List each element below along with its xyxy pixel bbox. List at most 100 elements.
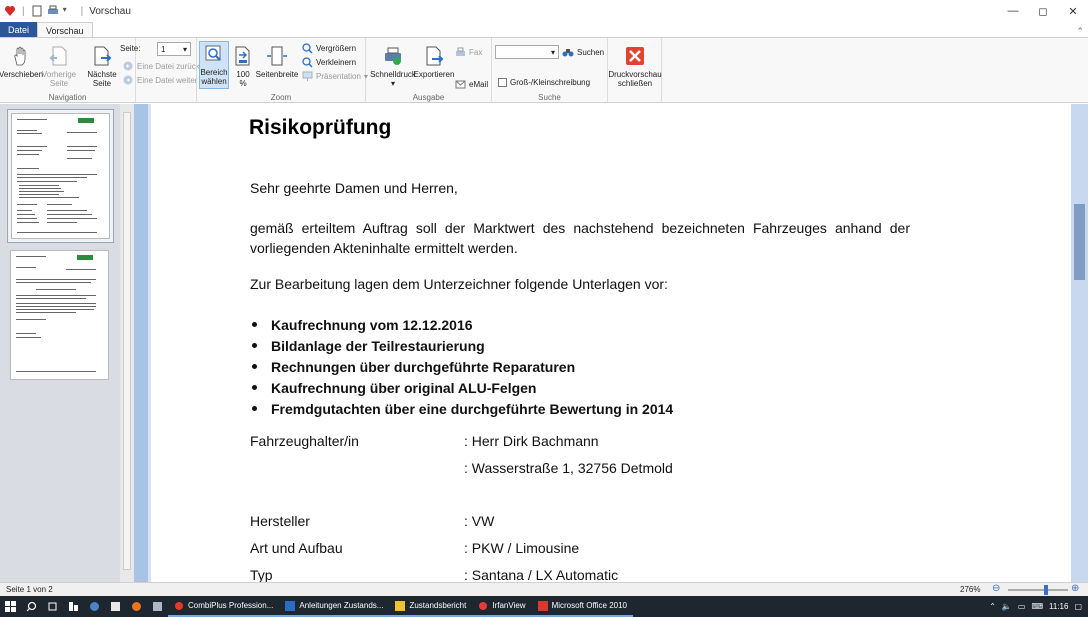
tab-datei[interactable]: Datei: [0, 22, 38, 38]
document-bullet-list: Kaufrechnung vom 12.12.2016 Bildanlage d…: [250, 314, 673, 419]
praesentation-label: Präsentation: [316, 71, 361, 81]
new-document-icon[interactable]: [31, 5, 43, 17]
eine-datei-weiter-button[interactable]: Eine Datei weiter: [122, 74, 197, 86]
zoom-in-button[interactable]: ⊕: [1071, 583, 1079, 594]
seitenbreite-button[interactable]: Seitenbreite: [255, 44, 299, 79]
naechste-label-1: Nächste: [87, 70, 117, 79]
thumbnail-page-2[interactable]: [7, 247, 114, 383]
pinned-app-icon[interactable]: [147, 596, 168, 617]
druckvorschau-schliessen-button[interactable]: Druckvorschau schließen: [608, 44, 662, 88]
gross-klein-label: Groß-/Kleinschreibung: [510, 78, 591, 87]
schnelldruck-button[interactable]: Schnelldruck ▾: [369, 44, 417, 88]
list-item: Fremdgutachten über eine durchgeführte B…: [250, 398, 673, 419]
thumbnail-page-2-image: [10, 250, 109, 380]
fax-label: Fax: [469, 47, 483, 57]
taskbar-app-label: IrfanView: [492, 601, 526, 610]
taskbar: CombiPlus Profession... Anleitungen Zust…: [0, 596, 1088, 617]
seite-value: 1: [161, 44, 166, 54]
print-icon[interactable]: [47, 5, 59, 17]
bullet-text: Kaufrechnung vom 12.12.2016: [271, 316, 473, 333]
clock[interactable]: 11:16: [1049, 602, 1068, 611]
thumbnail-scrollbar[interactable]: [120, 104, 134, 582]
seite-row: Seite:: [120, 44, 140, 53]
document-salutation: Sehr geehrte Damen und Herren,: [250, 180, 458, 196]
search-icon[interactable]: [21, 596, 42, 617]
group-zoom: Bereich wählen 100 % Seitenbreite Vergrö…: [196, 38, 368, 103]
pinned-app-icon[interactable]: [63, 596, 84, 617]
network-icon[interactable]: ▭: [1018, 602, 1026, 611]
thumbnail-scrollbar-thumb[interactable]: [123, 112, 131, 570]
praesentation-button[interactable]: Präsentation ▾: [301, 70, 368, 82]
vorherige-seite-button[interactable]: Vorherige Seite: [42, 44, 76, 88]
seitenbreite-label: Seitenbreite: [255, 70, 299, 79]
suchen-label: Suchen: [577, 47, 605, 57]
taskbar-app-irfanview[interactable]: IrfanView: [472, 596, 532, 617]
seite-combo[interactable]: 1 ▾: [157, 42, 191, 56]
windows-start-icon[interactable]: [0, 596, 21, 617]
notification-icon[interactable]: ▢: [1074, 602, 1082, 611]
group-navigation: Verschieben Vorherige Seite Nächste Seit…: [0, 38, 140, 103]
volume-icon[interactable]: 🔈: [1002, 602, 1012, 611]
fax-button[interactable]: Fax: [454, 46, 482, 58]
vergroessern-label: Vergrößern: [316, 43, 357, 53]
naechste-seite-button[interactable]: Nächste Seite: [87, 44, 117, 88]
schnelldruck-label: Schnelldruck: [370, 70, 416, 79]
folder-icon: [395, 600, 406, 611]
task-view-icon[interactable]: [42, 596, 63, 617]
document-scrollbar[interactable]: [1071, 104, 1088, 582]
thumbnail-panel: [0, 104, 134, 582]
hand-icon: [9, 44, 33, 68]
taskbar-app-combiplus[interactable]: CombiPlus Profession...: [168, 596, 280, 617]
bereich-waehlen-button[interactable]: Bereich wählen: [199, 41, 229, 89]
zoom-slider-knob[interactable]: [1044, 585, 1048, 595]
verkleinern-button[interactable]: Verkleinern: [301, 56, 356, 68]
keyboard-icon[interactable]: ⌨: [1031, 602, 1043, 611]
taskbar-app-office[interactable]: Microsoft Office 2010: [531, 596, 634, 617]
checkbox-box[interactable]: [498, 78, 507, 87]
tray-chevron-icon[interactable]: ⌃: [989, 602, 996, 611]
list-item: Kaufrechnung über original ALU-Felgen: [250, 377, 673, 398]
presentation-icon: [301, 70, 313, 82]
suchen-button[interactable]: Suchen: [562, 46, 604, 58]
search-combo[interactable]: ▾: [495, 45, 559, 59]
hundert-label-1: 100: [236, 70, 250, 79]
thumbnail-page-1[interactable]: [7, 109, 114, 243]
gross-klein-checkbox[interactable]: Groß-/Kleinschreibung: [498, 78, 590, 87]
list-item: Rechnungen über durchgeführte Reparature…: [250, 356, 673, 377]
taskbar-app-anleitungen[interactable]: Anleitungen Zustands...: [279, 596, 390, 617]
email-button[interactable]: eMail: [454, 78, 488, 90]
page-margin-left-inner: [148, 104, 151, 582]
zoom-out-button[interactable]: ⊖: [992, 583, 1000, 594]
document-scrollbar-thumb[interactable]: [1074, 204, 1085, 280]
minimize-button[interactable]: —: [998, 0, 1028, 22]
chevron-down-icon: ▾: [390, 79, 395, 88]
taskbar-app-zustandsbericht[interactable]: Zustandsbericht: [389, 596, 473, 617]
tab-vorschau[interactable]: Vorschau: [37, 22, 93, 38]
email-icon: [454, 78, 466, 90]
list-item: Kaufrechnung vom 12.12.2016: [250, 314, 673, 335]
close-preview-icon: [623, 44, 647, 68]
field-row: : Wasserstraße 1, 32756 Detmold: [250, 460, 673, 476]
eine-datei-zurueck-button[interactable]: Eine Datei zurück: [122, 60, 200, 72]
field-value: : PKW / Limousine: [464, 540, 580, 556]
collapse-ribbon-icon[interactable]: ⌃: [1076, 26, 1084, 37]
pinned-app-icon[interactable]: [84, 596, 105, 617]
pinned-app-icon[interactable]: [105, 596, 126, 617]
vergroessern-button[interactable]: Vergrößern: [301, 42, 356, 54]
office-icon: [537, 600, 548, 611]
zoom-100-icon: [231, 44, 255, 68]
seite-label: Seite:: [120, 44, 141, 53]
maximize-button[interactable]: ◻: [1028, 0, 1058, 22]
title-bar: | ▾ | Vorschau — ◻ ✕: [0, 0, 1088, 22]
firefox-icon[interactable]: [126, 596, 147, 617]
close-button[interactable]: ✕: [1058, 0, 1088, 22]
field-value: : Wasserstraße 1, 32756 Detmold: [464, 460, 673, 476]
exportieren-button[interactable]: Exportieren: [414, 44, 454, 79]
quick-access-dropdown-icon[interactable]: ▾: [63, 5, 75, 17]
verschieben-button[interactable]: Verschieben: [0, 44, 43, 79]
zoom-slider[interactable]: [1008, 589, 1068, 591]
document-heading: Risikoprüfung: [249, 116, 392, 139]
druckvorschau-label-2: schließen: [617, 79, 653, 88]
zoom-100-button[interactable]: 100 %: [232, 44, 254, 88]
next-page-icon: [90, 44, 114, 68]
